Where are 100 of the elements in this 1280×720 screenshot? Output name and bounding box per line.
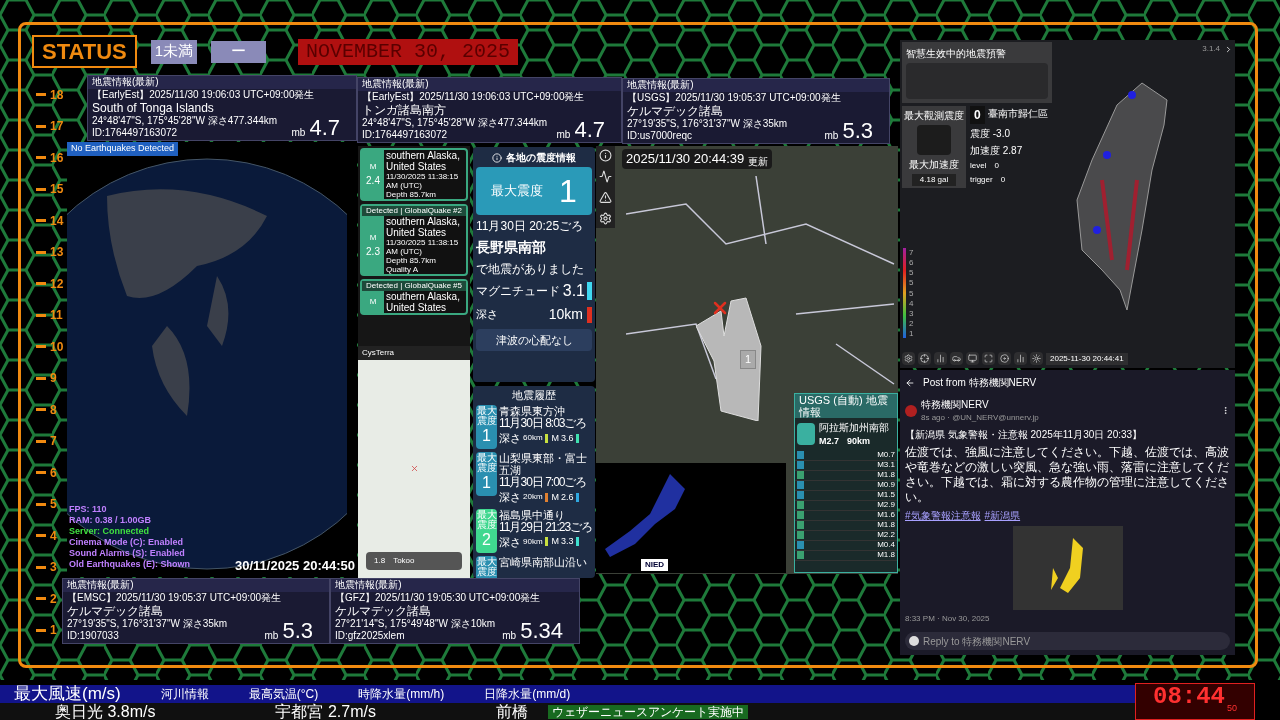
magnitude-type: mb (556, 129, 571, 141)
legend-label: 5 (909, 278, 914, 288)
quake-list-item[interactable]: M0.7 (795, 450, 897, 461)
update-timestamp: 2025/11/30 20:44:39 (626, 150, 745, 168)
avatar-icon (905, 404, 917, 417)
update-label: 更新 (748, 154, 769, 169)
magnitude-value: 2.6 (561, 490, 574, 504)
magnitude-type: mb (264, 630, 279, 642)
status-label: STATUS (32, 35, 137, 68)
back-icon[interactable] (905, 377, 915, 388)
quake-list-item[interactable]: M1.8 (795, 470, 897, 481)
quake-place: South of Tonga Islands (92, 101, 215, 115)
scale-number: 14 (50, 212, 64, 230)
post-header: Post from 特務機関NERV (923, 376, 1037, 390)
toolbar-icon[interactable] (950, 352, 963, 365)
toolbar-icon[interactable] (1030, 352, 1043, 365)
max-accel-value: 4.18 gal (911, 174, 957, 186)
magnitude-label: M (551, 431, 560, 445)
post-title: 【新潟県 気象警報・注意報 2025年11月30日 20:33】 (905, 428, 1144, 442)
panel-title: USGS (自動) 地震情報 (795, 394, 897, 418)
quake-list-item[interactable]: M0.4 (795, 540, 897, 551)
more-icon[interactable] (1221, 406, 1230, 415)
tsunami-button[interactable]: 津波の心配なし (476, 329, 592, 351)
magnitude-value: 4.7 (574, 119, 605, 141)
trigger-value: 0 (1000, 174, 1006, 186)
quake-coordinates: 24°48'47"S, 175°45'28"W 深さ477.344km (362, 117, 549, 129)
toolbar-icon[interactable] (966, 352, 979, 365)
quake-time: 11/30/2025 11:38:15 AM (UTC) (386, 238, 460, 256)
depth-value: 90km (523, 535, 543, 548)
quake-id: ID:1907033 (67, 630, 120, 642)
scale-number: 17 (50, 118, 64, 136)
scale-number: 1 (50, 622, 57, 640)
status-badge: ー (211, 40, 267, 63)
quake-time: 11月30日 7:00ごろ (499, 476, 588, 489)
quake-place: 山梨県東部・富士五湖 (499, 452, 588, 476)
quake-source: 【GFZ】2025/11/30 19:05:30 UTC+09:00発生 (335, 592, 542, 604)
scale-number: 5 (50, 496, 57, 514)
post-handle: 8s ago · @UN_NERV@unnerv.jp (921, 412, 1039, 424)
detection-source: Detected | GlobalQuake (366, 206, 452, 216)
toolbar-icon[interactable] (902, 352, 915, 365)
intensity-label: 最大震度 (476, 509, 497, 530)
intensity-label: 最大震度 (476, 453, 497, 473)
panel-title: 地震履歴 (511, 389, 557, 402)
quake-source: 【EMSC】2025/11/30 19:05:37 UTC+09:00発生 (67, 592, 283, 604)
legend-label: 5 (909, 288, 914, 298)
quake-list-item[interactable]: M1.6 (795, 510, 897, 521)
ticker-heading: 最大風速(m/s) (14, 685, 121, 703)
warning-icon[interactable] (599, 191, 612, 204)
quake-region: southern Alaska, United States (386, 150, 461, 172)
post-author: 特務機関NERV (921, 398, 990, 412)
settings-icon[interactable] (599, 212, 612, 225)
quake-list-item[interactable]: M0.9 (795, 480, 897, 491)
post-time: 8:33 PM · Nov 30, 2025 (905, 613, 991, 625)
quake-list-item[interactable]: M1.5 (795, 490, 897, 501)
card-title: 地震情報(最新) (67, 579, 134, 590)
clock-time: 08:44 (1153, 682, 1225, 712)
quake-list-item[interactable]: M2.9 (795, 500, 897, 511)
quake-place: ケルマデック諸島 (335, 604, 432, 618)
quake-sentence: で地震がありました (476, 261, 585, 278)
version-label: 3.1.4 (1202, 43, 1220, 55)
date-display: NOVEMBER 30, 2025 (298, 38, 519, 65)
quake-list-item[interactable]: M3.1 (795, 460, 897, 471)
quake-quality: Quality A (386, 265, 419, 274)
quake-region: southern Alaska, United States (386, 291, 461, 313)
toolbar-icon[interactable] (982, 352, 995, 365)
toolbar-icon[interactable] (1014, 352, 1027, 365)
hashtag-link[interactable]: #新潟県 (984, 508, 1021, 523)
scale-number: 3 (50, 559, 57, 577)
quake-source: 【EarlyEst】2025/11/30 19:06:03 UTC+09:00発生 (362, 91, 586, 103)
toolbar-icon[interactable] (998, 352, 1011, 365)
reply-input[interactable]: Reply to 特務機関NERV (923, 633, 1226, 649)
magnitude-value: 5.34 (520, 620, 563, 642)
intensity-value: 1 (482, 473, 491, 493)
trigger-label: trigger (970, 174, 993, 186)
hashtag-link[interactable]: #気象警報注意報 (905, 508, 981, 523)
post-body: 佐渡では、強風に注意してください。下越、佐渡では、高波や竜巻などの激しい突風、急な強い雨、落雷に注意してください。下越では、霜に対する農作物の管理に注意してください。 (905, 445, 1230, 505)
quake-time: 11/30/2025 11:38:15 AM (UTC) (386, 172, 460, 190)
quake-time: 11月29日 21:23ごろ (499, 520, 592, 534)
magnitude-value: 3.3 (561, 535, 574, 548)
reply-field[interactable]: Reply to 特務機関NERV (905, 632, 1230, 650)
scale-number: 7 (50, 433, 57, 451)
depth-label: 深さ (499, 534, 521, 550)
quake-list-item[interactable]: M1.8 (795, 520, 897, 531)
toolbar-icon[interactable] (918, 352, 931, 365)
quake-source: 【EarlyEst】2025/11/30 19:06:03 UTC+09:00発生 (92, 89, 316, 101)
quake-list-item[interactable]: M2.2 (795, 530, 897, 541)
intensity-marker: 1 (740, 350, 757, 369)
quake-place: ケルマデック諸島 (627, 104, 724, 118)
info-icon[interactable] (599, 149, 612, 162)
magnitude-value: 5.3 (282, 620, 313, 642)
quake-place: ケルマデック諸島 (67, 604, 164, 618)
scale-number: 10 (50, 338, 64, 356)
event-number: #5 (453, 281, 462, 291)
waveform-icon[interactable] (599, 170, 612, 183)
quake-time: 11月30日 20:25ごろ (476, 218, 585, 235)
max-intensity-label: 最大震度 (491, 182, 544, 201)
stats-line: FPS: 110 (69, 504, 108, 515)
chevron-right-icon[interactable] (1224, 44, 1233, 54)
quake-list-item[interactable]: M1.8 (795, 550, 897, 561)
toolbar-icon[interactable] (934, 352, 947, 365)
